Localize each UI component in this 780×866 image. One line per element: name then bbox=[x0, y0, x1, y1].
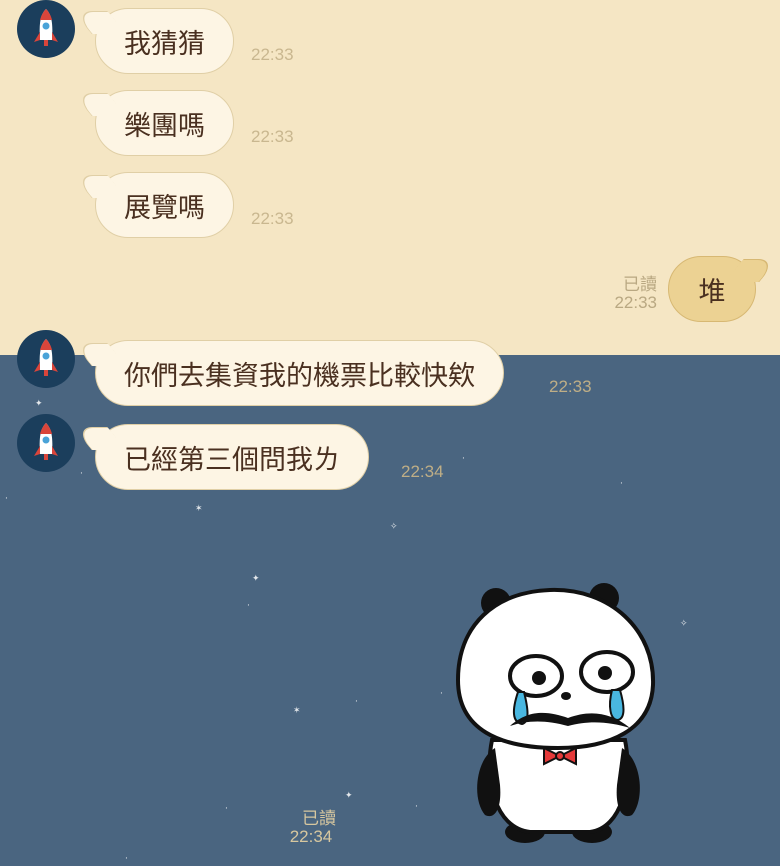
rocket-icon bbox=[34, 339, 58, 376]
message-text: 我猜猜 bbox=[124, 28, 205, 60]
message-time: 22:34 bbox=[401, 462, 444, 481]
star-decoration: ✶ bbox=[293, 706, 301, 716]
message-text: 堆 bbox=[698, 276, 726, 308]
message-bubble[interactable]: 堆 bbox=[668, 256, 756, 322]
avatar[interactable] bbox=[17, 330, 75, 388]
message-text: 你們去集資我的機票比較快欸 bbox=[124, 360, 475, 392]
rocket-icon bbox=[34, 9, 58, 46]
message-time: 22:33 bbox=[614, 293, 657, 312]
star-decoration: ✧ bbox=[680, 619, 688, 629]
star-decoration: ✦ bbox=[345, 791, 353, 801]
message-text: 展覽嗎 bbox=[124, 192, 205, 224]
star-decoration: ✶ bbox=[195, 504, 203, 514]
star-decoration: · bbox=[247, 601, 250, 611]
star-decoration: · bbox=[415, 802, 418, 812]
avatar[interactable] bbox=[17, 0, 75, 58]
avatar[interactable] bbox=[17, 414, 75, 472]
read-receipt: 已讀 bbox=[623, 275, 657, 294]
message-time: 22:33 bbox=[251, 45, 294, 64]
star-decoration: · bbox=[440, 689, 443, 699]
star-decoration: · bbox=[80, 469, 83, 479]
message-time: 22:34 bbox=[289, 827, 333, 846]
star-decoration: · bbox=[355, 697, 358, 707]
read-receipt: 已讀 bbox=[302, 809, 336, 828]
star-decoration: · bbox=[620, 479, 623, 489]
star-decoration: ✦ bbox=[252, 574, 260, 584]
message-bubble[interactable]: 樂團嗎 bbox=[95, 90, 234, 156]
message-bubble[interactable]: 已經第三個問我ㄌ bbox=[95, 424, 369, 490]
star-decoration: ✦ bbox=[35, 399, 43, 409]
rocket-icon bbox=[34, 423, 58, 460]
crying-panda-sticker[interactable] bbox=[450, 580, 665, 850]
message-bubble[interactable]: 我猜猜 bbox=[95, 8, 234, 74]
message-time: 22:33 bbox=[549, 377, 592, 396]
message-bubble[interactable]: 你們去集資我的機票比較快欸 bbox=[95, 340, 504, 406]
star-decoration: · bbox=[5, 494, 8, 504]
message-time: 22:33 bbox=[251, 209, 294, 228]
star-decoration: · bbox=[462, 454, 465, 464]
star-decoration: · bbox=[125, 854, 128, 864]
star-decoration: · bbox=[225, 804, 228, 814]
message-text: 已經第三個問我ㄌ bbox=[124, 444, 340, 476]
message-text: 樂團嗎 bbox=[124, 110, 205, 142]
message-time: 22:33 bbox=[251, 127, 294, 146]
message-bubble[interactable]: 展覽嗎 bbox=[95, 172, 234, 238]
star-decoration: ✧ bbox=[390, 522, 398, 532]
